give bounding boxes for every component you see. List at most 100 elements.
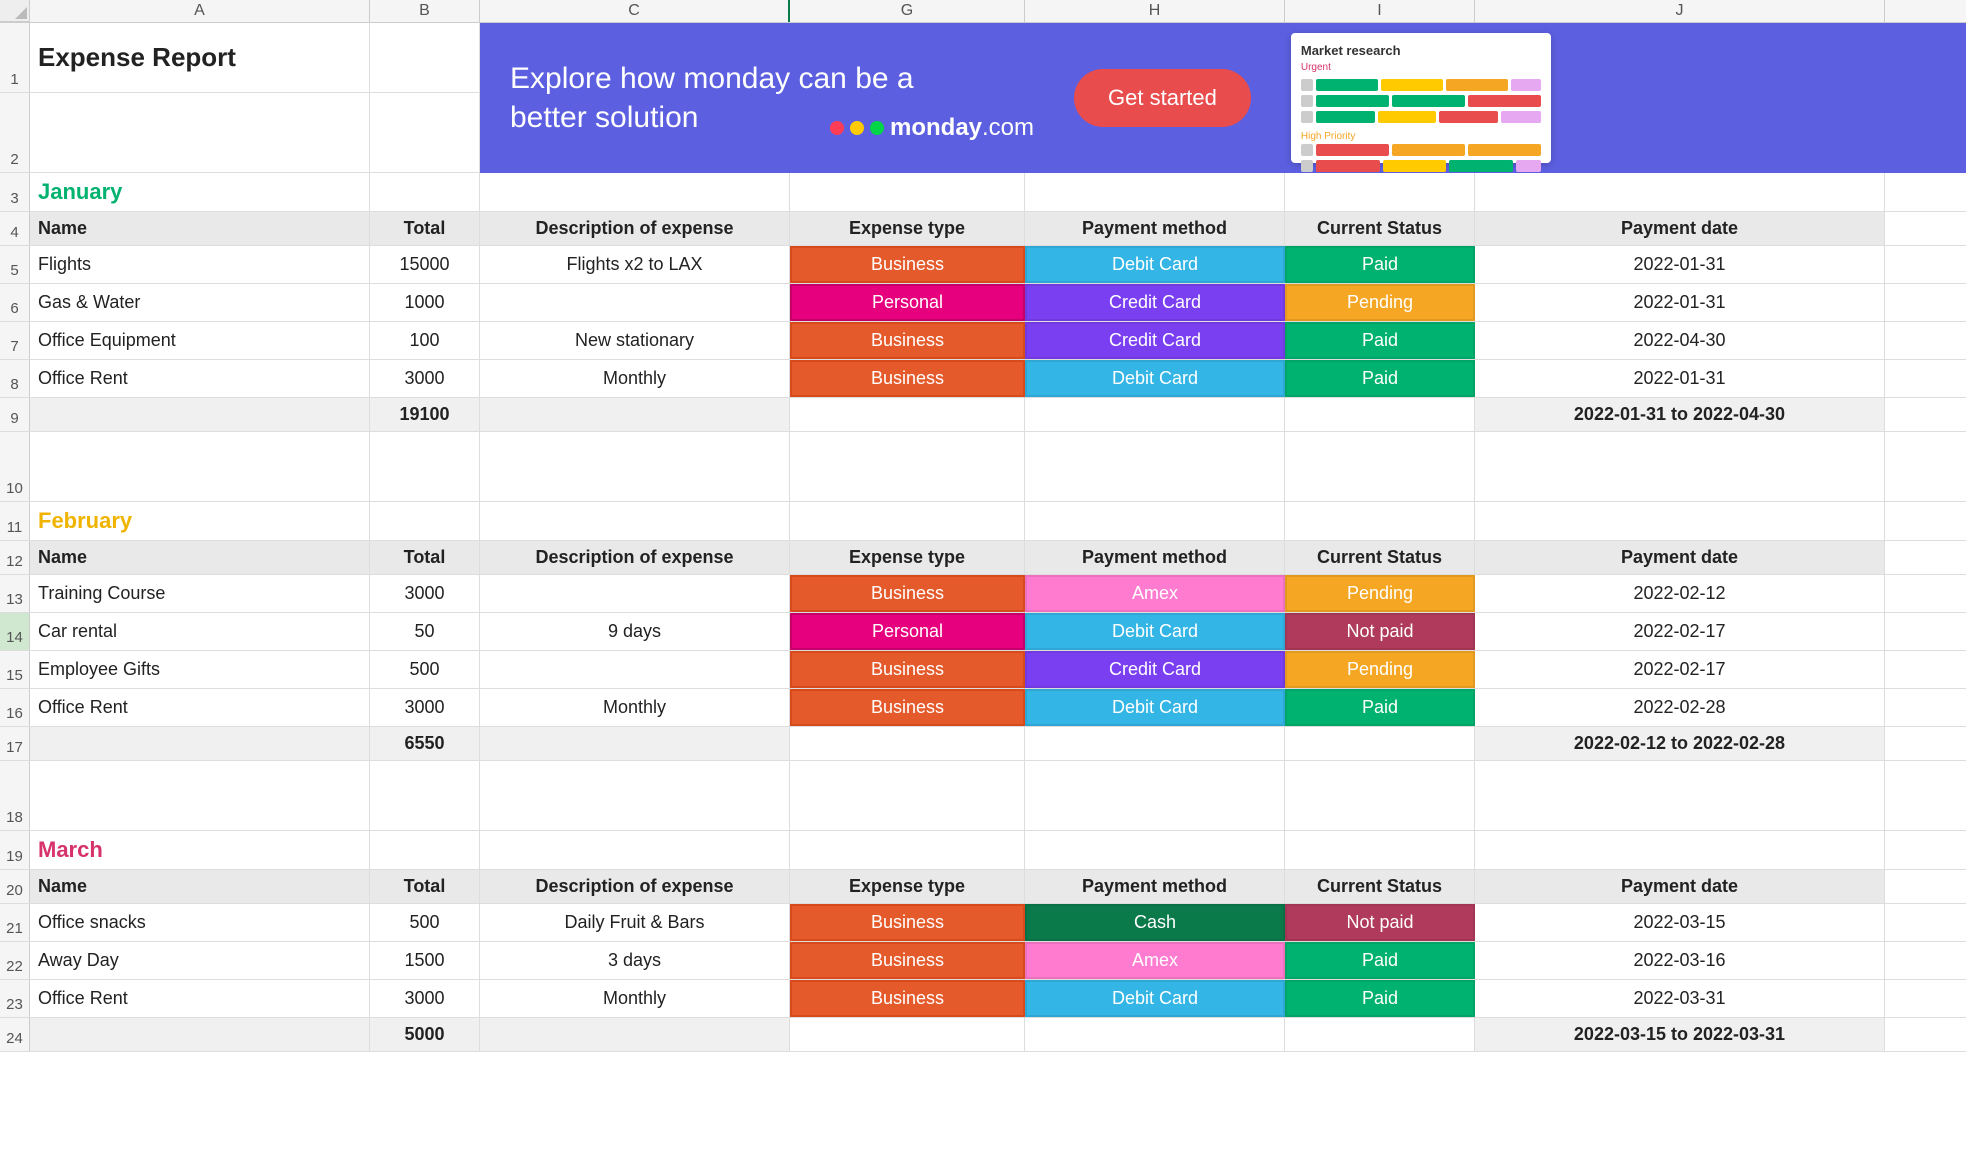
cell-status[interactable]: Pending: [1285, 651, 1475, 688]
cell-total[interactable]: 3000: [370, 575, 480, 612]
cell[interactable]: [790, 1018, 1025, 1051]
cell-expense-type[interactable]: Business: [790, 942, 1025, 979]
cell-payment-date[interactable]: 2022-02-12: [1475, 575, 1885, 612]
cell[interactable]: [30, 727, 370, 760]
cell-name[interactable]: Gas & Water: [30, 284, 370, 321]
cell-expense-type[interactable]: Business: [790, 246, 1025, 283]
row-number[interactable]: 16: [0, 689, 30, 726]
col-header-J[interactable]: J: [1475, 0, 1885, 22]
header-status[interactable]: Current Status: [1285, 212, 1475, 245]
cell[interactable]: [790, 727, 1025, 760]
cell-payment-method[interactable]: Debit Card: [1025, 980, 1285, 1017]
cell[interactable]: [30, 398, 370, 431]
cell-expense-type[interactable]: Business: [790, 904, 1025, 941]
cell-status[interactable]: Paid: [1285, 360, 1475, 397]
cell-name[interactable]: Office Rent: [30, 360, 370, 397]
header-name[interactable]: Name: [30, 212, 370, 245]
col-header-A[interactable]: A: [30, 0, 370, 22]
select-all-corner[interactable]: [0, 0, 30, 22]
cell-date-range[interactable]: 2022-01-31 to 2022-04-30: [1475, 398, 1885, 431]
cell[interactable]: [370, 173, 480, 211]
cell-desc[interactable]: Monthly: [480, 360, 790, 397]
cell-expense-type[interactable]: Personal: [790, 284, 1025, 321]
header-pmethod[interactable]: Payment method: [1025, 541, 1285, 574]
cell-sum[interactable]: 19100: [370, 398, 480, 431]
header-name[interactable]: Name: [30, 870, 370, 903]
cell[interactable]: [370, 432, 480, 501]
cell-total[interactable]: 3000: [370, 360, 480, 397]
cell-payment-method[interactable]: Amex: [1025, 942, 1285, 979]
cell[interactable]: [370, 23, 480, 92]
header-desc[interactable]: Description of expense: [480, 870, 790, 903]
cell-total[interactable]: 3000: [370, 689, 480, 726]
cell-payment-method[interactable]: Amex: [1025, 575, 1285, 612]
header-pmethod[interactable]: Payment method: [1025, 870, 1285, 903]
cell[interactable]: [790, 761, 1025, 830]
row-number[interactable]: 4: [0, 212, 30, 245]
cell-desc[interactable]: [480, 284, 790, 321]
cell-status[interactable]: Paid: [1285, 246, 1475, 283]
month-label[interactable]: February: [30, 502, 370, 540]
cell-payment-date[interactable]: 2022-04-30: [1475, 322, 1885, 359]
cell-payment-method[interactable]: Credit Card: [1025, 322, 1285, 359]
cell[interactable]: [480, 502, 790, 540]
header-status[interactable]: Current Status: [1285, 541, 1475, 574]
cell-desc[interactable]: 3 days: [480, 942, 790, 979]
cell-status[interactable]: Not paid: [1285, 613, 1475, 650]
row-number[interactable]: 18: [0, 761, 30, 830]
cell-total[interactable]: 500: [370, 651, 480, 688]
cell[interactable]: [1475, 432, 1885, 501]
cell-payment-date[interactable]: 2022-01-31: [1475, 246, 1885, 283]
cell[interactable]: [790, 432, 1025, 501]
header-total[interactable]: Total: [370, 870, 480, 903]
cell-desc[interactable]: [480, 651, 790, 688]
cell[interactable]: [30, 93, 370, 172]
cell-sum[interactable]: 5000: [370, 1018, 480, 1051]
cell[interactable]: [1285, 1018, 1475, 1051]
row-number[interactable]: 6: [0, 284, 30, 321]
cell-expense-type[interactable]: Business: [790, 651, 1025, 688]
header-desc[interactable]: Description of expense: [480, 212, 790, 245]
cell-payment-method[interactable]: Credit Card: [1025, 284, 1285, 321]
month-label[interactable]: January: [30, 173, 370, 211]
cell-sum[interactable]: 6550: [370, 727, 480, 760]
cell-name[interactable]: Employee Gifts: [30, 651, 370, 688]
cell[interactable]: [790, 502, 1025, 540]
cell[interactable]: [1025, 831, 1285, 869]
row-number[interactable]: 11: [0, 502, 30, 540]
cell-payment-date[interactable]: 2022-03-16: [1475, 942, 1885, 979]
header-status[interactable]: Current Status: [1285, 870, 1475, 903]
cell[interactable]: [1025, 727, 1285, 760]
cell-name[interactable]: Office Equipment: [30, 322, 370, 359]
cell-payment-date[interactable]: 2022-02-17: [1475, 613, 1885, 650]
cell[interactable]: [370, 761, 480, 830]
cell-total[interactable]: 3000: [370, 980, 480, 1017]
cell-desc[interactable]: [480, 575, 790, 612]
row-number[interactable]: 8: [0, 360, 30, 397]
cell[interactable]: [370, 831, 480, 869]
cell-total[interactable]: 100: [370, 322, 480, 359]
header-name[interactable]: Name: [30, 541, 370, 574]
cell-payment-date[interactable]: 2022-02-17: [1475, 651, 1885, 688]
row-number[interactable]: 24: [0, 1018, 30, 1051]
cell-expense-type[interactable]: Personal: [790, 613, 1025, 650]
cell-date-range[interactable]: 2022-02-12 to 2022-02-28: [1475, 727, 1885, 760]
cell-payment-date[interactable]: 2022-03-31: [1475, 980, 1885, 1017]
cell-payment-method[interactable]: Debit Card: [1025, 360, 1285, 397]
cell[interactable]: [1285, 432, 1475, 501]
page-title[interactable]: Expense Report: [30, 23, 370, 92]
cell[interactable]: [1285, 173, 1475, 211]
row-number[interactable]: 13: [0, 575, 30, 612]
header-desc[interactable]: Description of expense: [480, 541, 790, 574]
cell-name[interactable]: Office Rent: [30, 689, 370, 726]
cell-total[interactable]: 1000: [370, 284, 480, 321]
cell-desc[interactable]: Daily Fruit & Bars: [480, 904, 790, 941]
cell-payment-date[interactable]: 2022-01-31: [1475, 360, 1885, 397]
cell-desc[interactable]: Flights x2 to LAX: [480, 246, 790, 283]
cell[interactable]: [1025, 173, 1285, 211]
get-started-button[interactable]: Get started: [1074, 69, 1251, 127]
row-number[interactable]: 5: [0, 246, 30, 283]
cell[interactable]: [1025, 432, 1285, 501]
cell[interactable]: [1285, 761, 1475, 830]
header-pdate[interactable]: Payment date: [1475, 541, 1885, 574]
